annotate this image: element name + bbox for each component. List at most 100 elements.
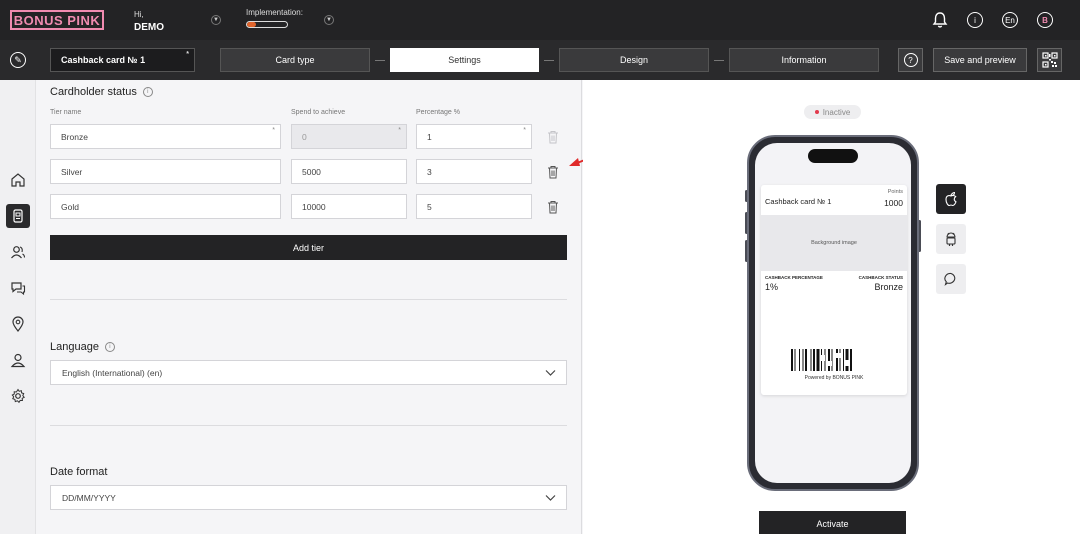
tab-card-type[interactable]: Card type <box>220 48 370 72</box>
tier-name-input[interactable]: Silver <box>50 159 281 184</box>
language-select[interactable]: English (International) (en) <box>50 360 567 385</box>
qr-code-button[interactable] <box>1037 48 1062 72</box>
background-image-placeholder: Background image <box>761 215 907 271</box>
percentage-value: 1 <box>427 131 432 142</box>
step-separator <box>375 60 385 61</box>
date-format-title: Date format <box>50 466 107 478</box>
cashback-status-value: Bronze <box>874 282 903 292</box>
cashback-status-label: CASHBACK STATUS <box>858 275 903 280</box>
tier-name-value: Gold <box>61 201 79 212</box>
info-icon[interactable]: i <box>104 342 115 352</box>
language-title-text: Language <box>50 341 99 353</box>
percentage-input[interactable]: 5 <box>416 194 532 219</box>
required-marker: * <box>523 127 526 134</box>
tier-name-input[interactable]: Bronze * <box>50 124 281 149</box>
chevron-down-icon <box>545 370 556 376</box>
percentage-input[interactable]: 1 * <box>416 124 532 149</box>
status-dot-icon <box>814 110 819 114</box>
section-divider <box>50 425 567 426</box>
help-button[interactable]: ? <box>898 48 923 72</box>
messages-icon[interactable] <box>6 276 30 300</box>
wizard-toolbar: ✎ Cashback card № 1 * Card type Settings… <box>0 40 1080 80</box>
tier-name-value: Silver <box>61 166 83 177</box>
spend-input[interactable]: 10000 <box>291 194 407 219</box>
status-text: Inactive <box>822 107 851 117</box>
section-divider <box>50 299 567 300</box>
chat-platform-button[interactable] <box>936 264 966 294</box>
step-separator <box>544 60 554 61</box>
gear-icon[interactable] <box>6 384 30 408</box>
points-label: Points <box>887 189 903 195</box>
spend-input: 0 * <box>291 124 407 149</box>
cashback-percentage-label: CASHBACK PERCENTAGE <box>765 275 823 280</box>
settings-panel: Cardholder status i Tier name Spend to a… <box>36 80 582 534</box>
activate-button[interactable]: Activate <box>759 511 906 534</box>
implementation-label: Implementation: <box>246 8 303 17</box>
required-marker: * <box>272 127 275 134</box>
date-format-select[interactable]: DD/MM/YYYY <box>50 485 567 510</box>
trash-icon[interactable] <box>547 200 559 214</box>
info-icon[interactable]: i <box>967 12 983 28</box>
user-icon[interactable] <box>6 348 30 372</box>
percentage-input[interactable]: 3 <box>416 159 532 184</box>
spend-value: 0 <box>302 131 307 142</box>
tier-name-input[interactable]: Gold <box>50 194 281 219</box>
brand-logo[interactable]: BONUS PINK <box>10 10 104 30</box>
language-value: English (International) (en) <box>62 367 163 378</box>
qr-code-icon <box>1041 52 1058 68</box>
spend-input[interactable]: 5000 <box>291 159 407 184</box>
wallet-card: Cashback card № 1 Points 1000 Background… <box>761 185 907 395</box>
question-icon: ? <box>903 53 918 67</box>
column-header-percentage: Percentage % <box>416 109 460 116</box>
user-name: DEMO <box>134 22 164 33</box>
powered-by-text: Powered by BONUS PINK <box>804 375 864 381</box>
cashback-percentage-value: 1% <box>765 282 779 292</box>
spend-value: 5000 <box>302 166 321 177</box>
apple-icon <box>945 191 957 207</box>
card-name-value: Cashback card № 1 <box>61 55 146 65</box>
info-icon[interactable]: i <box>142 87 153 97</box>
user-menu-chevron-icon[interactable]: ▼ <box>211 15 221 25</box>
save-and-preview-button[interactable]: Save and preview <box>933 48 1027 72</box>
column-header-tier-name: Tier name <box>50 109 82 116</box>
chat-icon <box>944 272 956 286</box>
phone-notch <box>808 149 858 163</box>
trash-icon <box>548 131 558 144</box>
implementation-chevron-icon[interactable]: ▼ <box>324 15 334 25</box>
required-marker: * <box>186 51 189 58</box>
bell-icon[interactable] <box>932 11 948 29</box>
avatar[interactable]: B <box>1037 12 1053 28</box>
cardholder-status-title: Cardholder status i <box>50 86 153 98</box>
tab-design[interactable]: Design <box>559 48 709 72</box>
points-value: 1000 <box>884 198 903 208</box>
implementation-progress: Implementation: <box>246 8 303 28</box>
tab-settings[interactable]: Settings <box>390 48 539 72</box>
status-badge: Inactive <box>804 105 861 119</box>
percentage-value: 3 <box>427 166 432 177</box>
step-separator <box>714 60 724 61</box>
language-title: Language i <box>50 341 115 353</box>
date-format-title-text: Date format <box>50 466 108 478</box>
card-preview-panel: Inactive Cashback card № 1 Points 1000 B… <box>583 80 1080 534</box>
date-format-value: DD/MM/YYYY <box>62 492 116 503</box>
spend-value: 10000 <box>302 201 326 212</box>
home-icon[interactable] <box>6 168 30 192</box>
location-icon[interactable] <box>6 312 30 336</box>
clients-icon[interactable] <box>6 240 30 264</box>
chevron-down-icon <box>545 495 556 501</box>
cards-icon[interactable] <box>6 204 30 228</box>
side-navigation <box>0 80 36 534</box>
top-bar: BONUS PINK Hi, DEMO ▼ Implementation: ▼ … <box>0 0 1080 40</box>
add-tier-button[interactable]: Add tier <box>50 235 567 260</box>
percentage-value: 5 <box>427 201 432 212</box>
edit-icon[interactable]: ✎ <box>10 52 26 68</box>
column-header-spend: Spend to achieve <box>291 109 346 116</box>
background-image-label: Background image <box>811 240 857 246</box>
android-platform-button[interactable] <box>936 224 966 254</box>
tab-information[interactable]: Information <box>729 48 879 72</box>
apple-platform-button[interactable] <box>936 184 966 214</box>
language-switch[interactable]: En <box>1002 12 1018 28</box>
card-name-input[interactable]: Cashback card № 1 * <box>50 48 195 72</box>
trash-icon[interactable] <box>547 165 559 179</box>
cardholder-status-text: Cardholder status <box>50 86 137 98</box>
